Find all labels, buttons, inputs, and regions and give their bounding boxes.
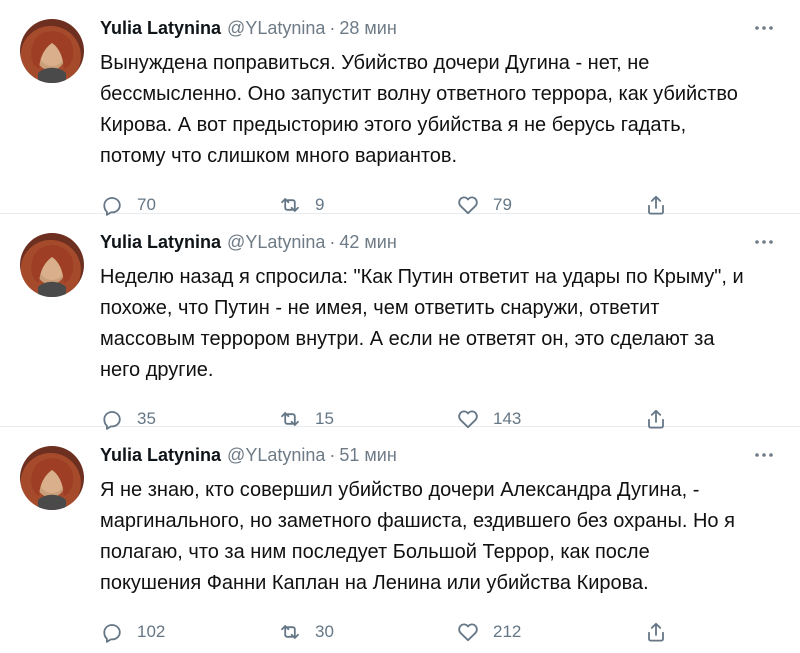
like-button[interactable]: 212 [456, 620, 634, 644]
tweet-header: Yulia Latynina @YLatynina · 42 мин [100, 228, 780, 256]
tweet[interactable]: Yulia Latynina @YLatynina · 51 мин Я не … [0, 427, 800, 643]
heart-icon [458, 623, 478, 642]
retweet-count: 15 [315, 409, 334, 428]
separator-dot: · [329, 444, 336, 465]
timeline: Yulia Latynina @YLatynina · 28 мин Вынуж… [0, 0, 800, 643]
author-handle[interactable]: @YLatynina [227, 232, 325, 253]
author-handle[interactable]: @YLatynina [227, 445, 325, 466]
tweet-text: Вынуждена поправиться. Убийство дочери Д… [100, 52, 738, 167]
more-horizontal-icon[interactable] [748, 230, 780, 254]
avatar[interactable] [20, 19, 84, 83]
tweet[interactable]: Yulia Latynina @YLatynina · 42 мин Недел… [0, 214, 800, 430]
reply-count: 35 [137, 409, 156, 428]
avatar[interactable] [20, 233, 84, 297]
reply-button[interactable]: 102 [100, 620, 278, 644]
like-count: 212 [493, 622, 522, 641]
separator-dot: · [329, 231, 336, 252]
tweet-time[interactable]: 28 мин [339, 18, 396, 39]
retweet-icon [281, 625, 299, 639]
share-icon [648, 622, 664, 642]
author-name[interactable]: Yulia Latynina [100, 232, 221, 253]
tweet-time[interactable]: 42 мин [339, 232, 396, 253]
reply-count: 70 [137, 195, 156, 214]
author-handle[interactable]: @YLatynina [227, 18, 325, 39]
retweet-button[interactable]: 30 [278, 620, 456, 644]
more-horizontal-icon[interactable] [748, 16, 780, 40]
author-name[interactable]: Yulia Latynina [100, 445, 221, 466]
author-name[interactable]: Yulia Latynina [100, 18, 221, 39]
tweet-header: Yulia Latynina @YLatynina · 51 мин [100, 441, 780, 469]
separator-dot: · [329, 17, 336, 38]
tweet-text: Я не знаю, кто совершил убийство дочери … [100, 479, 735, 594]
tweet[interactable]: Yulia Latynina @YLatynina · 28 мин Вынуж… [0, 0, 800, 216]
reply-icon [103, 624, 121, 643]
like-count: 143 [493, 409, 522, 428]
tweet-actions: 102 30 212 [100, 611, 700, 653]
retweet-count: 30 [315, 622, 334, 641]
more-horizontal-icon[interactable] [748, 443, 780, 467]
reply-count: 102 [137, 622, 166, 641]
tweet-header: Yulia Latynina @YLatynina · 28 мин [100, 14, 780, 42]
avatar[interactable] [20, 446, 84, 510]
tweet-text: Неделю назад я спросила: "Как Путин отве… [100, 266, 744, 381]
share-button[interactable] [644, 620, 668, 644]
like-count: 79 [493, 195, 512, 214]
tweet-time[interactable]: 51 мин [339, 445, 396, 466]
retweet-count: 9 [315, 195, 325, 214]
